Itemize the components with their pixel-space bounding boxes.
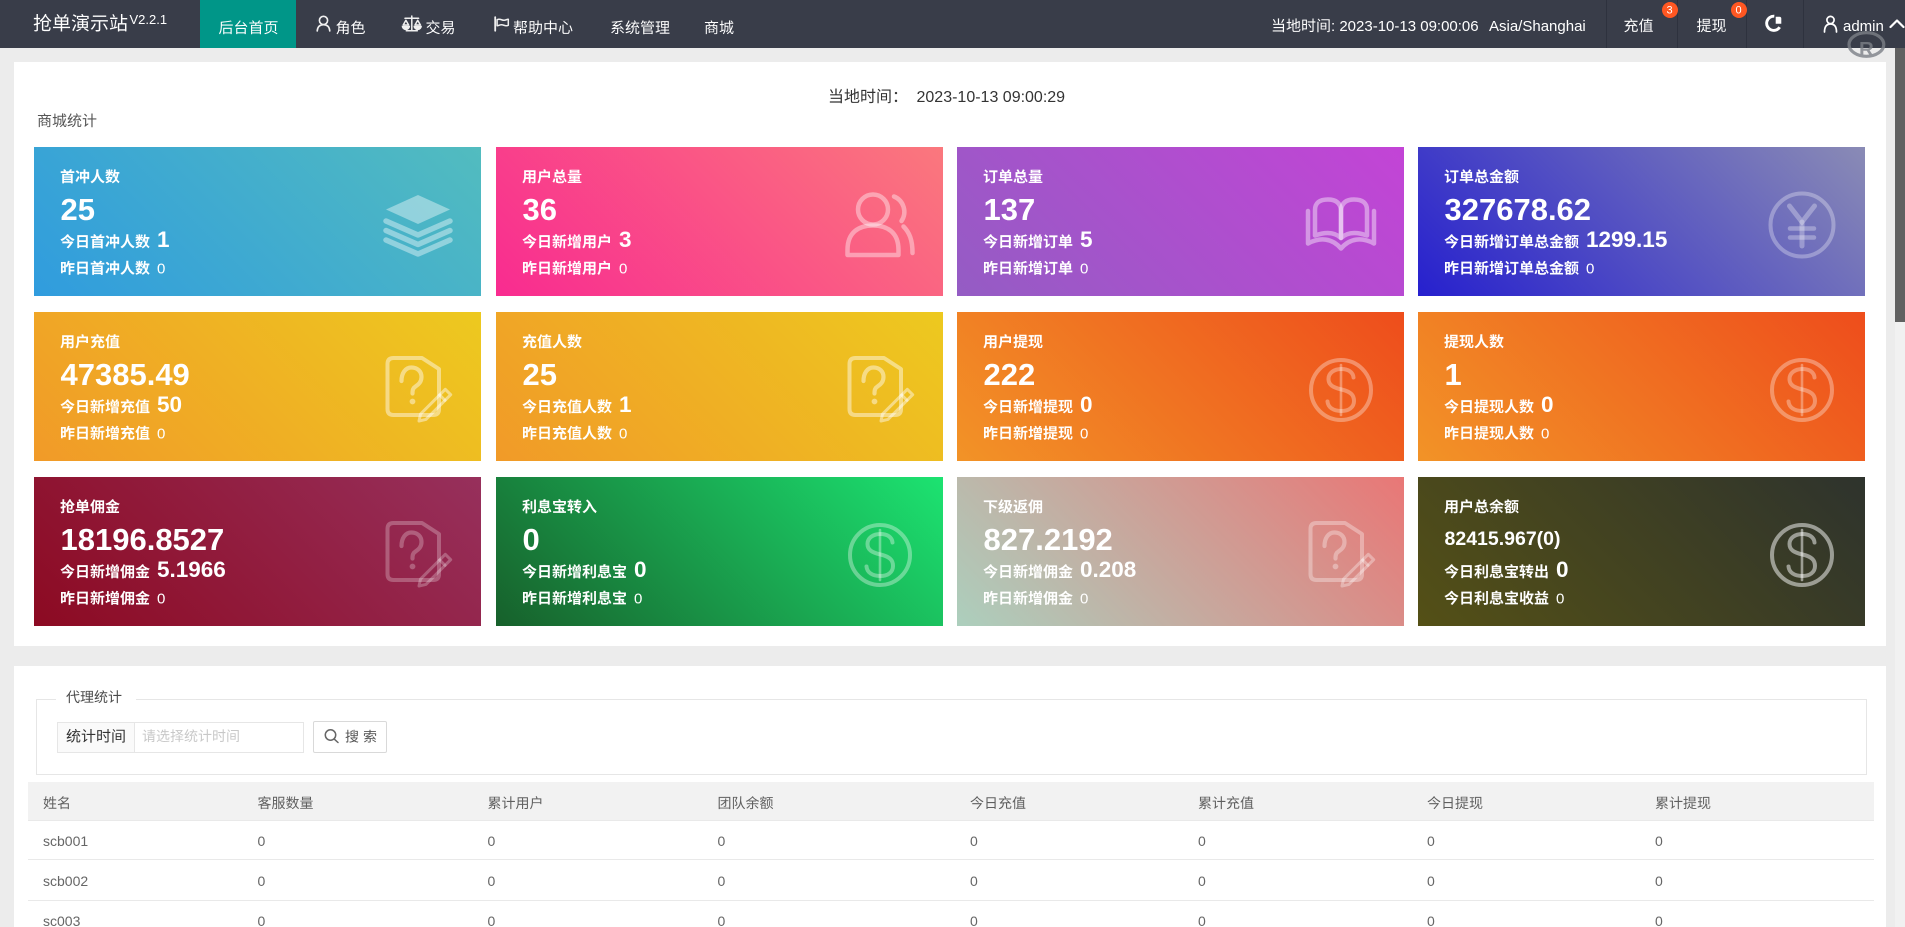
svg-text:0: 0 bbox=[970, 833, 978, 849]
svg-text:0: 0 bbox=[634, 591, 642, 608]
svg-text:3: 3 bbox=[619, 227, 632, 252]
svg-text:0: 0 bbox=[1080, 261, 1088, 278]
svg-text:0: 0 bbox=[1655, 913, 1663, 927]
svg-text:0: 0 bbox=[523, 522, 540, 557]
svg-text:0: 0 bbox=[619, 261, 627, 278]
svg-text:5: 5 bbox=[1080, 227, 1093, 252]
svg-text:0: 0 bbox=[1586, 261, 1594, 278]
svg-text:V2.2.1: V2.2.1 bbox=[130, 12, 168, 27]
svg-text:scb001: scb001 bbox=[43, 833, 88, 849]
svg-text:47385.49: 47385.49 bbox=[61, 357, 190, 392]
svg-text:0: 0 bbox=[1427, 913, 1435, 927]
svg-text:: 2023-10-13 09:00:06: : 2023-10-13 09:00:06 bbox=[1331, 18, 1479, 35]
svg-text:0: 0 bbox=[488, 873, 496, 889]
svg-text:1: 1 bbox=[157, 227, 170, 252]
svg-text:0: 0 bbox=[970, 913, 978, 927]
svg-text:2023-10-13 09:00:29: 2023-10-13 09:00:29 bbox=[917, 89, 1066, 106]
svg-text:222: 222 bbox=[984, 357, 1036, 392]
svg-text:0: 0 bbox=[488, 833, 496, 849]
svg-text:0: 0 bbox=[157, 591, 165, 608]
svg-text:1299.15: 1299.15 bbox=[1586, 227, 1667, 252]
svg-text:0: 0 bbox=[718, 873, 726, 889]
svg-text:0: 0 bbox=[157, 426, 165, 443]
svg-text:0: 0 bbox=[1541, 426, 1549, 443]
svg-text:0: 0 bbox=[1080, 392, 1093, 417]
svg-text:0: 0 bbox=[619, 426, 627, 443]
svg-text:0: 0 bbox=[1427, 833, 1435, 849]
svg-text:18196.8527: 18196.8527 bbox=[61, 522, 225, 557]
svg-text:0: 0 bbox=[488, 913, 496, 927]
svg-text:0: 0 bbox=[1556, 557, 1569, 582]
svg-text:admin: admin bbox=[1843, 18, 1884, 35]
svg-text:0: 0 bbox=[1427, 873, 1435, 889]
svg-text:0: 0 bbox=[1080, 591, 1088, 608]
svg-text:0: 0 bbox=[1541, 392, 1554, 417]
svg-text:0: 0 bbox=[1655, 833, 1663, 849]
svg-text:827.2192: 827.2192 bbox=[984, 522, 1113, 557]
svg-text:0: 0 bbox=[258, 873, 266, 889]
svg-text:36: 36 bbox=[523, 192, 557, 227]
svg-text:3: 3 bbox=[1666, 5, 1672, 17]
svg-text:0: 0 bbox=[970, 873, 978, 889]
svg-text:0: 0 bbox=[258, 833, 266, 849]
svg-text:0: 0 bbox=[258, 913, 266, 927]
svg-text:1: 1 bbox=[1445, 357, 1462, 392]
svg-text:0: 0 bbox=[718, 913, 726, 927]
svg-text:0: 0 bbox=[157, 261, 165, 278]
svg-text:0.208: 0.208 bbox=[1080, 557, 1136, 582]
svg-text:0: 0 bbox=[634, 557, 647, 582]
svg-text:82415.967(0): 82415.967(0) bbox=[1445, 528, 1561, 550]
svg-text:327678.62: 327678.62 bbox=[1445, 192, 1592, 227]
svg-text:0: 0 bbox=[1198, 873, 1206, 889]
svg-text:50: 50 bbox=[157, 392, 182, 417]
svg-text:Asia/Shanghai: Asia/Shanghai bbox=[1489, 18, 1586, 35]
svg-text:1: 1 bbox=[619, 392, 632, 417]
svg-text:0: 0 bbox=[718, 833, 726, 849]
svg-text:0: 0 bbox=[1735, 5, 1741, 17]
svg-text:sc003: sc003 bbox=[43, 913, 81, 927]
svg-text:0: 0 bbox=[1198, 833, 1206, 849]
svg-text:0: 0 bbox=[1198, 913, 1206, 927]
svg-text:0: 0 bbox=[1556, 591, 1564, 608]
svg-text:scb002: scb002 bbox=[43, 873, 88, 889]
svg-text:0: 0 bbox=[1080, 426, 1088, 443]
svg-text:0: 0 bbox=[1655, 873, 1663, 889]
svg-text:5.1966: 5.1966 bbox=[157, 557, 226, 582]
svg-text:137: 137 bbox=[984, 192, 1036, 227]
svg-text:25: 25 bbox=[61, 192, 95, 227]
svg-text:25: 25 bbox=[523, 357, 557, 392]
